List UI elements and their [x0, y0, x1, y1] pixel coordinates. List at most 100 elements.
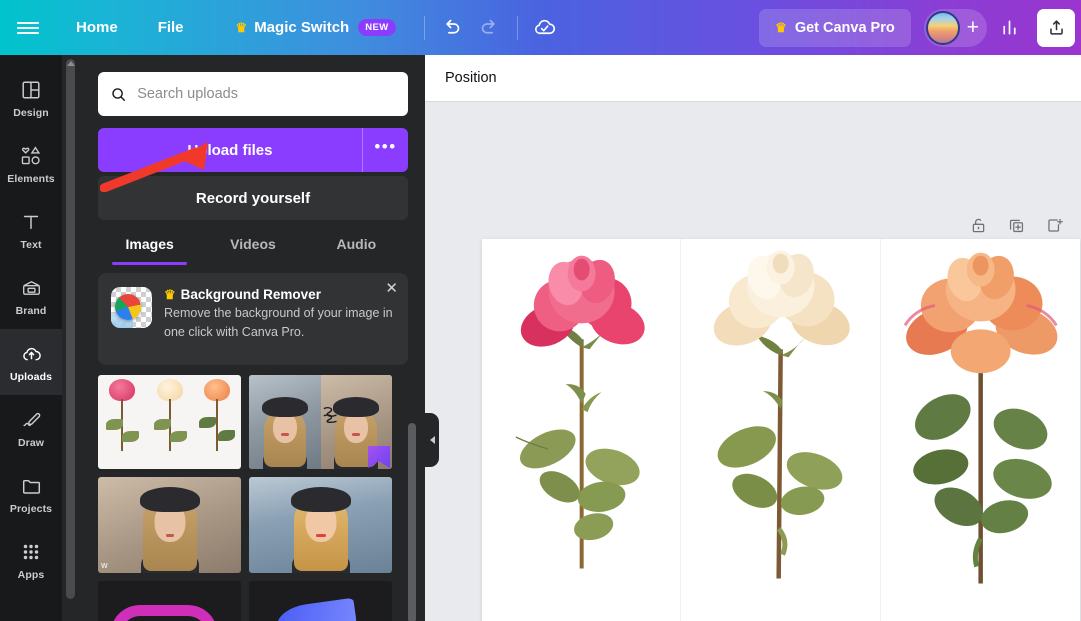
top-toolbar-right: ♛ Get Canva Pro +: [759, 0, 1081, 55]
close-x-icon[interactable]: ✕: [385, 281, 398, 296]
sidebar-item-design[interactable]: Design: [0, 65, 62, 131]
record-yourself-label: Record yourself: [196, 190, 310, 207]
cloud-saved-icon: [533, 16, 556, 39]
upload-files-button[interactable]: Upload files: [98, 128, 362, 172]
apps-dots-icon: [20, 540, 42, 564]
panel-scrollbar[interactable]: [66, 59, 75, 599]
crown-icon: ♛: [236, 21, 248, 34]
top-toolbar: Home File ♛ Magic Switch NEW: [0, 0, 1081, 55]
panel-collapse-button[interactable]: [425, 413, 439, 467]
scroll-up-arrow-icon: [67, 61, 75, 66]
home-button[interactable]: Home: [60, 12, 134, 44]
chevron-left-icon: [430, 436, 435, 444]
hamburger-icon[interactable]: [0, 0, 56, 55]
redo-button[interactable]: [471, 9, 509, 47]
canvas-item-orange-rose[interactable]: [881, 239, 1080, 621]
thumbnail-three-roses[interactable]: [98, 375, 241, 469]
magic-switch-button[interactable]: ♛ Magic Switch NEW: [220, 12, 412, 44]
file-label: File: [158, 19, 184, 36]
sidebar-label-draw: Draw: [18, 437, 44, 449]
duplicate-icon[interactable]: [1001, 210, 1031, 240]
grid-scrollbar[interactable]: [408, 423, 416, 621]
crown-icon-promo: ♛: [164, 288, 176, 301]
sidebar-item-brand[interactable]: Brand: [0, 263, 62, 329]
undo-arrow-icon: [441, 17, 462, 38]
share-button[interactable]: [1037, 9, 1075, 47]
get-canva-pro-button[interactable]: ♛ Get Canva Pro: [759, 9, 911, 47]
upload-more-options-button[interactable]: •••: [362, 128, 408, 172]
toolbar-divider: [424, 16, 425, 40]
sidebar-label-design: Design: [13, 107, 49, 119]
upload-cloud-icon: [20, 342, 43, 366]
position-toolbar: Position: [425, 55, 1081, 101]
tab-audio-label: Audio: [336, 236, 376, 252]
redo-arrow-icon: [479, 17, 500, 38]
thumbnail-instagram-logo[interactable]: [98, 581, 241, 621]
crown-icon-pro: ♛: [775, 21, 787, 34]
more-dots-icon: •••: [374, 137, 396, 157]
brand-wallet-icon: [20, 276, 43, 300]
lock-icon[interactable]: [963, 210, 993, 240]
sidebar-item-elements[interactable]: Elements: [0, 131, 62, 197]
collaborators-group[interactable]: +: [924, 9, 987, 47]
canvas-item-pink-rose[interactable]: [482, 239, 681, 621]
sidebar-item-apps[interactable]: Apps: [0, 527, 62, 593]
design-canvas[interactable]: [482, 239, 1080, 621]
canvas-tools-group: [963, 210, 1069, 240]
tab-images[interactable]: Images: [98, 223, 201, 265]
insights-button[interactable]: [990, 9, 1028, 47]
plus-icon[interactable]: +: [967, 17, 979, 38]
add-page-icon[interactable]: [1039, 210, 1069, 240]
thumbnail-blue-shape[interactable]: [249, 581, 392, 621]
sidebar-item-text[interactable]: Text: [0, 197, 62, 263]
sidebar-label-brand: Brand: [16, 305, 47, 317]
beach-ball-transparency-icon: [111, 287, 152, 328]
home-label: Home: [76, 19, 118, 36]
tab-videos[interactable]: Videos: [201, 223, 304, 265]
thumbnail-portrait-before-after[interactable]: [249, 375, 392, 469]
position-button[interactable]: Position: [445, 70, 497, 86]
tab-videos-label: Videos: [230, 236, 276, 252]
thumbnail-portrait-color[interactable]: [249, 477, 392, 573]
new-badge: NEW: [358, 19, 395, 36]
canvas-item-cream-rose[interactable]: [681, 239, 880, 621]
avatar: [926, 11, 960, 45]
thumbnail-portrait-sepia[interactable]: W: [98, 477, 241, 573]
editor-main-area: Position: [425, 55, 1081, 621]
sidebar-item-draw[interactable]: Draw: [0, 395, 62, 461]
uploads-thumbnail-grid: W: [98, 375, 416, 621]
thumbnail-row-1: [98, 375, 416, 469]
uploads-panel: Upload files ••• Record yourself Images …: [62, 55, 425, 621]
left-sidebar-rail: Design Elements Text: [0, 55, 62, 621]
sidebar-label-text: Text: [20, 239, 41, 251]
canva-editor-app: Home File ♛ Magic Switch NEW: [0, 0, 1081, 621]
background-remover-promo-card[interactable]: ♛ Background Remover Remove the backgrou…: [98, 273, 408, 365]
sidebar-item-uploads[interactable]: Uploads: [0, 329, 62, 395]
sidebar-label-apps: Apps: [18, 569, 45, 581]
thumbnail-row-2: W: [98, 477, 416, 573]
promo-text: ♛ Background Remover Remove the backgrou…: [164, 287, 394, 351]
magic-switch-label: Magic Switch: [254, 19, 349, 36]
undo-button[interactable]: [433, 9, 471, 47]
file-menu-button[interactable]: File: [142, 12, 200, 44]
get-pro-label: Get Canva Pro: [795, 20, 895, 36]
pen-draw-icon: [20, 408, 43, 432]
tab-images-label: Images: [126, 236, 174, 252]
tab-audio[interactable]: Audio: [305, 223, 408, 265]
sidebar-label-uploads: Uploads: [10, 371, 52, 383]
sidebar-label-elements: Elements: [7, 173, 55, 185]
record-yourself-button[interactable]: Record yourself: [98, 176, 408, 220]
scribble-annotation-icon: [321, 405, 343, 425]
search-input[interactable]: [137, 86, 396, 102]
upload-files-label: Upload files: [187, 142, 272, 159]
cloud-status-button[interactable]: [526, 9, 564, 47]
search-uploads-container[interactable]: [98, 72, 408, 116]
sidebar-item-projects[interactable]: Projects: [0, 461, 62, 527]
orange-rose-graphic: [881, 239, 1080, 621]
upload-row: Upload files •••: [98, 128, 408, 172]
promo-title: Background Remover: [181, 287, 321, 302]
thumbnail-row-3: [98, 581, 416, 621]
top-toolbar-left: Home File ♛ Magic Switch NEW: [0, 0, 564, 55]
pink-rose-graphic: [482, 239, 681, 621]
watermark-label: W: [101, 563, 108, 570]
